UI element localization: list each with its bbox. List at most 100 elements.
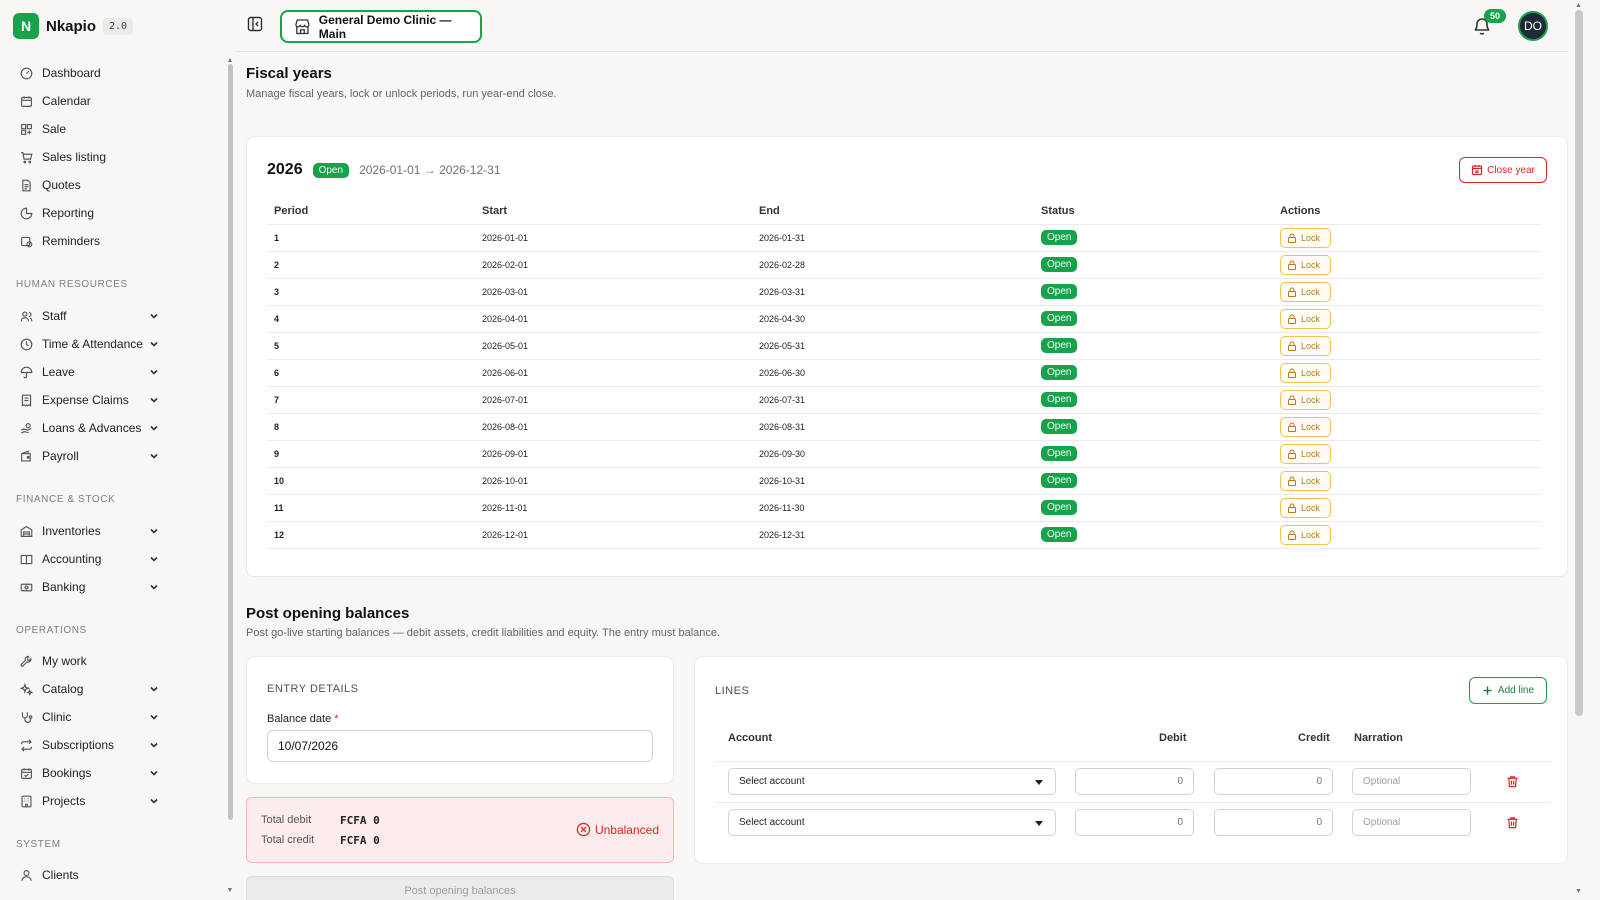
- trash-icon[interactable]: [1506, 775, 1519, 788]
- period-actions-cell: Lock: [1273, 386, 1541, 414]
- period-end: 2026-07-31: [752, 386, 1034, 414]
- sidebar-item-banking[interactable]: Banking: [20, 576, 160, 598]
- sidebar-item-staff[interactable]: Staff: [20, 305, 160, 327]
- sidebar-item-accounting[interactable]: Accounting: [20, 548, 160, 570]
- period-end: 2026-10-31: [752, 467, 1034, 495]
- sidebar-item-loans-advances[interactable]: Loans & Advances: [20, 417, 160, 439]
- period-start: 2026-02-01: [475, 251, 752, 279]
- close-year-label: Close year: [1487, 164, 1535, 176]
- lock-icon: [1288, 314, 1296, 324]
- sidebar: N Nkapio 2.0 Dashboard Calendar Sale Sal…: [0, 0, 233, 900]
- credit-input[interactable]: [1214, 809, 1333, 836]
- brand-name: Nkapio: [46, 17, 97, 35]
- period-actions-cell: Lock: [1273, 440, 1541, 468]
- period-end: 2026-12-31: [752, 521, 1034, 549]
- debit-input[interactable]: [1075, 768, 1194, 795]
- sidebar-scrollbar[interactable]: [228, 64, 233, 820]
- sidebar-item-quotes[interactable]: Quotes: [20, 174, 160, 196]
- sidebar-item-clients[interactable]: Clients: [20, 864, 160, 886]
- lock-period-button[interactable]: Lock: [1280, 416, 1332, 437]
- lock-label: Lock: [1301, 394, 1321, 405]
- fiscal-year-range: 2026-01-01 → 2026-12-31: [359, 163, 501, 177]
- sidebar-item-clinic[interactable]: Clinic: [20, 706, 160, 728]
- sidebar-item-dashboard[interactable]: Dashboard: [20, 62, 160, 84]
- section-title-opening-balances: Post opening balances: [246, 605, 410, 622]
- sidebar-item-reporting[interactable]: Reporting: [20, 202, 160, 224]
- sidebar-item-my-work[interactable]: My work: [20, 650, 160, 672]
- period-end: 2026-06-30: [752, 359, 1034, 387]
- account-select[interactable]: Select account: [728, 768, 1056, 795]
- topbar: General Demo Clinic — Main 50 DO: [236, 0, 1568, 52]
- lock-label: Lock: [1301, 232, 1321, 243]
- lock-period-button[interactable]: Lock: [1280, 362, 1332, 383]
- period-end: 2026-11-30: [752, 494, 1034, 522]
- lock-period-button[interactable]: Lock: [1280, 254, 1332, 275]
- clinic-selector-button[interactable]: General Demo Clinic — Main: [280, 10, 482, 43]
- sidebar-item-projects[interactable]: Projects: [20, 790, 160, 812]
- period-number: 10: [267, 467, 475, 495]
- period-number: 2: [267, 251, 475, 279]
- debit-input[interactable]: [1075, 809, 1194, 836]
- sidebar-toggle-icon[interactable]: [247, 16, 263, 32]
- chevron-down-icon: [150, 770, 158, 776]
- trash-icon[interactable]: [1506, 816, 1519, 829]
- main-scrollbar[interactable]: [1575, 10, 1583, 716]
- sidebar-item-subscriptions[interactable]: Subscriptions: [20, 734, 160, 756]
- sidebar-item-label: Catalog: [42, 682, 84, 696]
- lock-icon: [1288, 503, 1296, 513]
- brand[interactable]: N Nkapio 2.0: [13, 13, 134, 39]
- lock-label: Lock: [1301, 475, 1321, 486]
- sidebar-item-expense-claims[interactable]: Expense Claims: [20, 389, 160, 411]
- lock-period-button[interactable]: Lock: [1280, 227, 1332, 248]
- sidebar-item-payroll[interactable]: Payroll: [20, 445, 160, 467]
- narration-input[interactable]: [1352, 809, 1471, 836]
- total-debit-row: Total debit FCFA 0: [261, 814, 380, 827]
- sidebar-item-reminders[interactable]: Reminders: [20, 230, 160, 252]
- lock-period-button[interactable]: Lock: [1280, 524, 1332, 545]
- sidebar-item-bookings[interactable]: Bookings: [20, 762, 160, 784]
- credit-input[interactable]: [1214, 768, 1333, 795]
- sidebar-item-calendar[interactable]: Calendar: [20, 90, 160, 112]
- col-header-narration: Narration: [1354, 732, 1403, 744]
- lock-label: Lock: [1301, 421, 1321, 432]
- lock-icon: [1288, 476, 1296, 486]
- period-status-cell: Open: [1034, 386, 1273, 414]
- lock-period-button[interactable]: Lock: [1280, 335, 1332, 356]
- main-scroll-up[interactable]: ▲: [1575, 2, 1582, 9]
- sidebar-item-catalog[interactable]: Catalog: [20, 678, 160, 700]
- lines-title: LINES: [715, 685, 750, 697]
- add-line-button[interactable]: Add line: [1469, 677, 1547, 704]
- sidebar-item-label: Leave: [42, 365, 75, 379]
- receipt-icon: [21, 394, 32, 407]
- main-scroll-down[interactable]: ▼: [1575, 888, 1582, 895]
- totals-panel: Total debit FCFA 0 Total credit FCFA 0 U…: [246, 797, 674, 863]
- lock-icon: [1288, 233, 1296, 243]
- sidebar-scroll-down[interactable]: ▼: [226, 887, 234, 894]
- lock-period-button[interactable]: Lock: [1280, 389, 1332, 410]
- lock-period-button[interactable]: Lock: [1280, 308, 1332, 329]
- sidebar-item-inventories[interactable]: Inventories: [20, 520, 160, 542]
- lock-period-button[interactable]: Lock: [1280, 470, 1332, 491]
- narration-input[interactable]: [1352, 768, 1471, 795]
- chevron-down-icon: [150, 453, 158, 459]
- close-year-button[interactable]: Close year: [1459, 157, 1547, 183]
- period-status-cell: Open: [1034, 494, 1273, 522]
- sidebar-item-leave[interactable]: Leave: [20, 361, 160, 383]
- lock-period-button[interactable]: Lock: [1280, 443, 1332, 464]
- sidebar-item-label: Inventories: [42, 524, 101, 538]
- sidebar-item-label: Bookings: [42, 766, 92, 780]
- lock-period-button[interactable]: Lock: [1280, 281, 1332, 302]
- lock-period-button[interactable]: Lock: [1280, 497, 1332, 518]
- balance-date-input[interactable]: [267, 730, 653, 762]
- period-start: 2026-12-01: [475, 521, 752, 549]
- post-opening-balances-button[interactable]: Post opening balances: [246, 876, 674, 900]
- sidebar-item-sale[interactable]: Sale: [20, 118, 160, 140]
- sidebar-item-label: Subscriptions: [42, 738, 115, 752]
- period-start: 2026-03-01: [475, 278, 752, 306]
- sidebar-item-time-attendance[interactable]: Time & Attendance: [20, 333, 160, 355]
- account-select[interactable]: Select account: [728, 809, 1056, 836]
- avatar[interactable]: DO: [1518, 11, 1548, 41]
- banknote-icon: [20, 583, 33, 591]
- sidebar-item-sales-listing[interactable]: Sales listing: [20, 146, 160, 168]
- period-number: 12: [267, 521, 475, 549]
